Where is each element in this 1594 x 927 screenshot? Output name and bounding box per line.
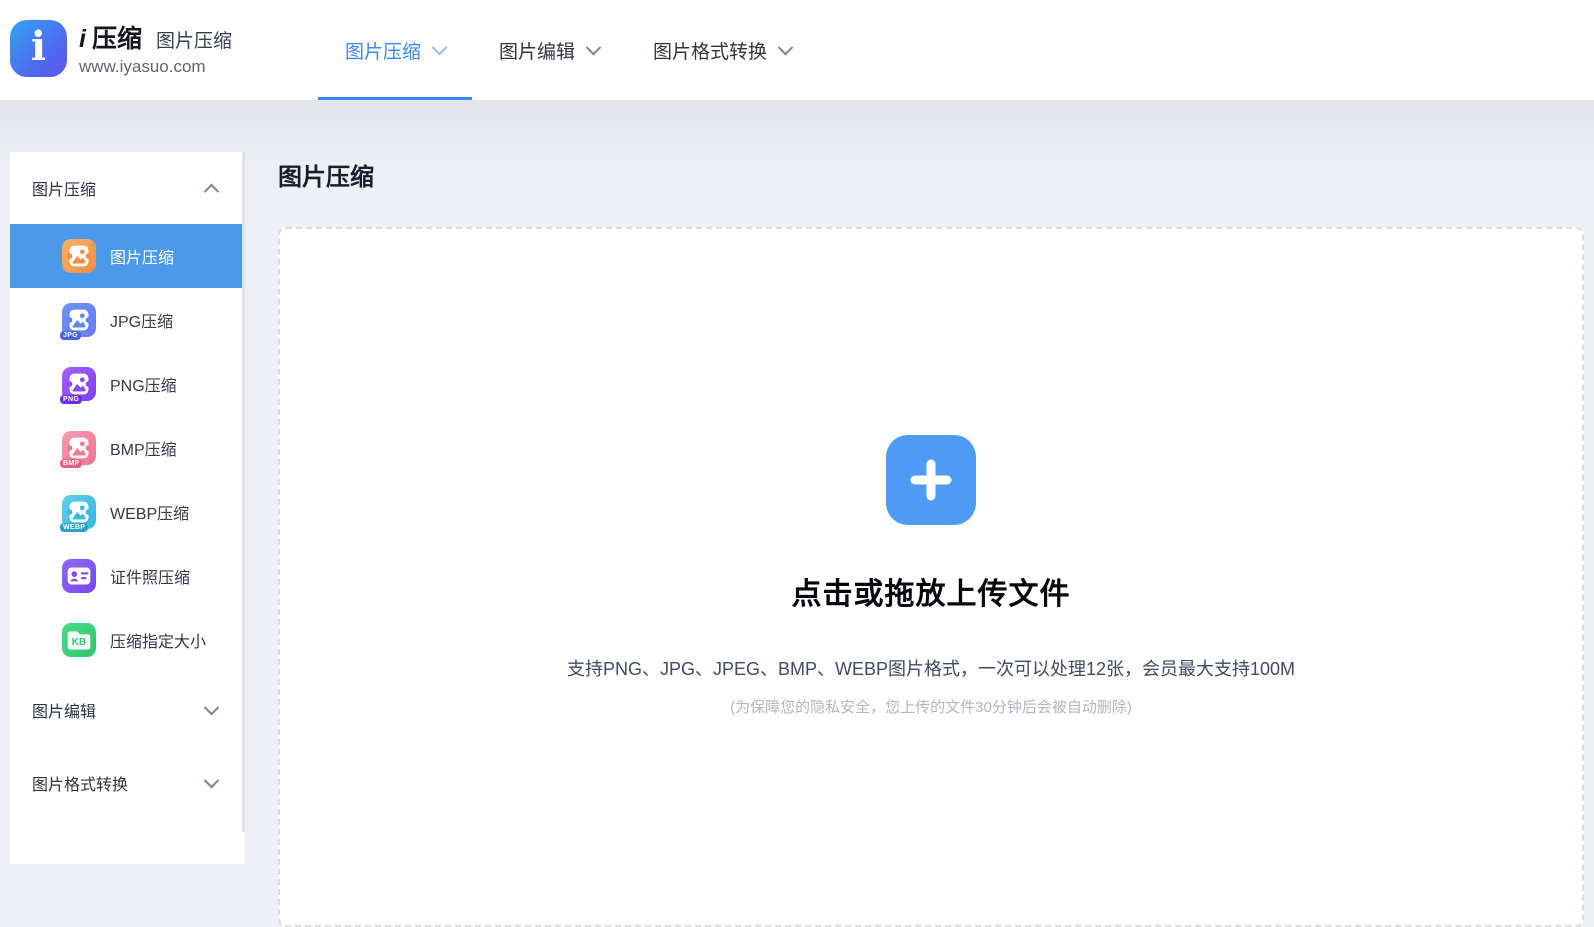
chevron-down-icon — [204, 772, 220, 788]
nav-item-format-convert[interactable]: 图片格式转换 — [626, 0, 818, 100]
section-label: 图片格式转换 — [32, 771, 128, 795]
sidebar-section-image-edit[interactable]: 图片编辑 — [10, 678, 245, 742]
upload-dropzone[interactable]: 点击或拖放上传文件 支持PNG、JPG、JPEG、BMP、WEBP图片格式，一次… — [278, 227, 1584, 927]
nav-item-image-compress[interactable]: 图片压缩 — [318, 0, 472, 100]
add-files-button[interactable] — [886, 435, 976, 525]
chevron-down-icon — [586, 39, 602, 55]
brand-logo[interactable]: i i压缩 图片压缩 www.iyasuo.com — [10, 19, 232, 77]
sidebar-item-label: 压缩指定大小 — [110, 628, 206, 652]
format-badge: BMP — [60, 459, 82, 468]
format-badge: JPG — [60, 331, 81, 340]
main-nav: 图片压缩 图片编辑 图片格式转换 — [318, 0, 818, 100]
page-title: 图片压缩 — [278, 157, 374, 192]
webp-compress-icon: WEBP — [62, 495, 96, 529]
upload-privacy-note: (为保障您的隐私安全，您上传的文件30分钟后会被自动删除) — [730, 696, 1132, 717]
brand-name: i压缩 — [79, 19, 142, 55]
plus-icon — [908, 457, 954, 503]
jpg-compress-icon: JPG — [62, 303, 96, 337]
chevron-down-icon — [778, 39, 794, 55]
sidebar-section-format-convert[interactable]: 图片格式转换 — [10, 751, 245, 815]
image-compress-icon — [62, 239, 96, 273]
nav-item-label: 图片编辑 — [499, 37, 575, 64]
sidebar-item-image-compress[interactable]: 图片压缩 — [10, 224, 245, 288]
png-compress-icon: PNG — [62, 367, 96, 401]
bmp-compress-icon: BMP — [62, 431, 96, 465]
section-label: 图片编辑 — [32, 698, 96, 722]
sidebar-item-idphoto-compress[interactable]: 证件照压缩 — [10, 544, 245, 608]
sidebar-item-label: WEBP压缩 — [110, 500, 189, 524]
sidebar-item-label: JPG压缩 — [110, 308, 173, 332]
sidebar-item-png-compress[interactable]: PNG PNG压缩 — [10, 352, 245, 416]
id-photo-compress-icon — [62, 559, 96, 593]
sidebar: 图片压缩 图片压缩 JPG JPG压缩 — [10, 152, 245, 864]
top-header: i i压缩 图片压缩 www.iyasuo.com 图片压缩 图片编辑 图片格式… — [0, 0, 1594, 100]
brand-subtitle: 图片压缩 — [156, 26, 232, 53]
nav-item-image-edit[interactable]: 图片编辑 — [472, 0, 626, 100]
upload-cta-text: 点击或拖放上传文件 — [792, 569, 1071, 613]
logo-letter: i — [31, 27, 46, 67]
sidebar-item-label: PNG压缩 — [110, 372, 177, 396]
nav-item-label: 图片格式转换 — [653, 37, 767, 64]
brand-logo-icon: i — [10, 20, 67, 77]
chevron-down-icon — [204, 699, 220, 715]
upload-formats-text: 支持PNG、JPG、JPEG、BMP、WEBP图片格式，一次可以处理12张，会员… — [567, 655, 1295, 681]
sidebar-item-webp-compress[interactable]: WEBP WEBP压缩 — [10, 480, 245, 544]
chevron-up-icon — [204, 183, 220, 199]
sidebar-item-label: BMP压缩 — [110, 436, 177, 460]
sidebar-item-compress-to-size[interactable]: KB 压缩指定大小 — [10, 608, 245, 672]
kb-text: KB — [62, 623, 96, 657]
sidebar-scrollbar[interactable] — [242, 152, 245, 832]
section-label: 图片压缩 — [32, 176, 96, 200]
sidebar-item-label: 证件照压缩 — [110, 564, 190, 588]
format-badge: PNG — [60, 395, 82, 404]
format-badge: WEBP — [60, 523, 88, 532]
chevron-down-icon — [432, 39, 448, 55]
nav-item-label: 图片压缩 — [345, 37, 421, 64]
kb-size-compress-icon: KB — [62, 623, 96, 657]
sidebar-item-bmp-compress[interactable]: BMP BMP压缩 — [10, 416, 245, 480]
sidebar-item-label: 图片压缩 — [110, 244, 174, 268]
brand-url: www.iyasuo.com — [79, 57, 232, 77]
sidebar-item-jpg-compress[interactable]: JPG JPG压缩 — [10, 288, 245, 352]
sidebar-section-image-compress[interactable]: 图片压缩 — [10, 152, 245, 224]
brand-text: i压缩 图片压缩 www.iyasuo.com — [79, 19, 232, 77]
